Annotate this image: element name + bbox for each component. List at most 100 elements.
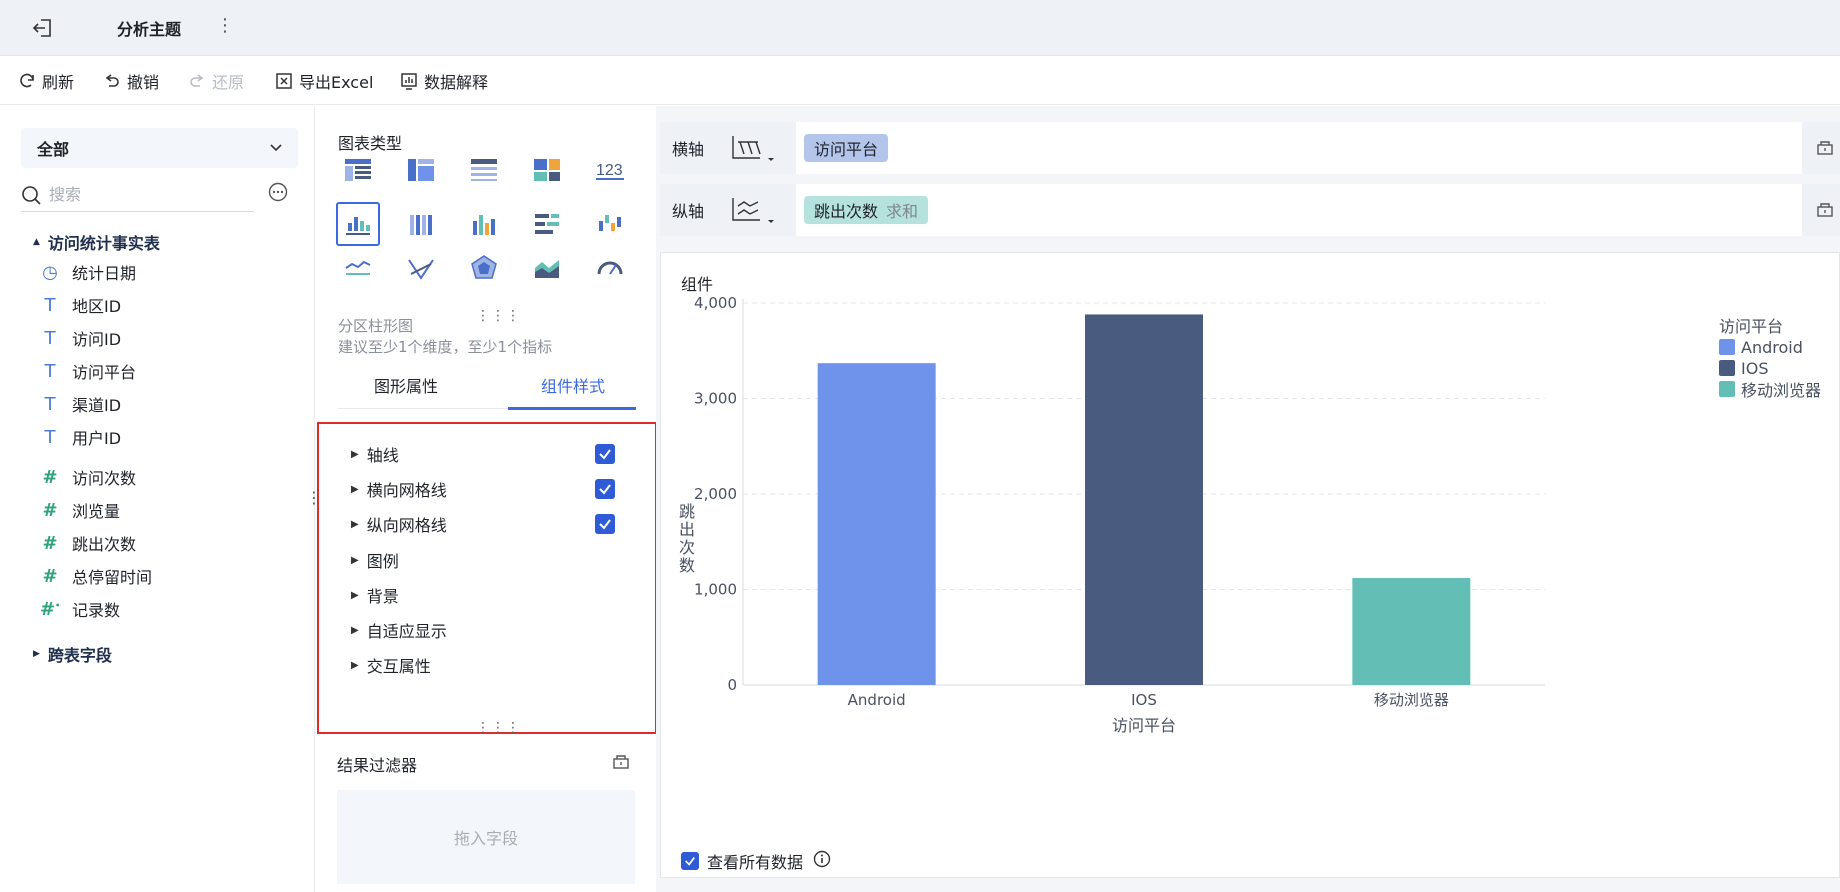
caret-right-icon: ▶: [351, 659, 359, 671]
field-item[interactable]: T 渠道ID: [40, 392, 122, 416]
legend-item-ios[interactable]: IOS: [1719, 358, 1768, 378]
lock-icon[interactable]: [612, 752, 630, 774]
tab-component-style[interactable]: 组件样式: [541, 373, 605, 397]
grouped-bar-chart-icon[interactable]: [462, 202, 506, 246]
style-item-background[interactable]: ▶ 背景: [351, 583, 399, 607]
exit-icon[interactable]: [30, 14, 58, 42]
undo-button[interactable]: 撤销: [103, 69, 159, 93]
chevron-down-icon: [270, 144, 282, 152]
lock-icon[interactable]: [1816, 138, 1834, 160]
style-item-v-grid[interactable]: ▶ 纵向网格线: [351, 512, 447, 536]
y-field-aggregation: 求和: [886, 202, 919, 221]
waterfall-chart-icon[interactable]: [588, 202, 632, 246]
scope-select[interactable]: 全部: [21, 128, 298, 168]
x-tick-label: IOS: [1131, 691, 1157, 709]
bar[interactable]: [817, 363, 936, 685]
legend-label: IOS: [1741, 358, 1769, 378]
field-item[interactable]: T 访问ID: [40, 326, 122, 350]
field-item[interactable]: # 总停留时间: [40, 564, 152, 588]
export-excel-button[interactable]: 导出Excel: [275, 69, 373, 93]
style-item-h-grid[interactable]: ▶ 横向网格线: [351, 477, 447, 501]
field-item[interactable]: #• 记录数: [40, 597, 120, 621]
filter-drop-zone[interactable]: 拖入字段: [337, 790, 635, 884]
resize-handle-icon[interactable]: ⋮⋮⋮: [476, 308, 521, 324]
page-title: 分析主题: [117, 20, 182, 39]
chart-card: 组件 0 1,000 2,000 3,000 4,000 Android IOS 移动浏览器访…: [660, 252, 1840, 878]
legend-item-mobile-browser[interactable]: 移动浏览器: [1719, 379, 1822, 400]
legend-label: 移动浏览器: [1741, 381, 1822, 400]
style-label: 轴线: [366, 446, 399, 465]
legend-label: Android: [1741, 337, 1803, 357]
style-label: 背景: [366, 587, 399, 606]
view-all-data[interactable]: 查看所有数据: [681, 849, 831, 873]
y-axis-title-char: 出: [678, 520, 695, 539]
number-type-icon: #: [42, 565, 58, 587]
field-item[interactable]: ◷ 统计日期: [40, 260, 136, 284]
x-axis-type-icon[interactable]: [730, 132, 774, 170]
x-tick-label: 移动浏览器: [1374, 691, 1449, 709]
data-explain-button[interactable]: 数据解释: [400, 69, 488, 93]
caret-right-icon: ▶: [351, 518, 359, 530]
field-item[interactable]: # 浏览量: [40, 498, 120, 522]
y-field-pill[interactable]: 跳出次数 求和: [804, 196, 929, 224]
tab-graph-properties[interactable]: 图形属性: [374, 373, 438, 397]
v-grid-checkbox[interactable]: [595, 514, 615, 534]
field-item[interactable]: T 地区ID: [40, 293, 122, 317]
stacked-bar-chart-icon[interactable]: [399, 202, 443, 246]
style-item-legend[interactable]: ▶ 图例: [351, 548, 399, 572]
lock-icon[interactable]: [1816, 200, 1834, 222]
tab-underline: [508, 407, 636, 410]
top-bar: 分析主题 ⋮: [0, 0, 1840, 56]
view-all-checkbox[interactable]: [681, 852, 699, 870]
y-tick-label: 1,000: [694, 581, 737, 599]
more-vertical-icon[interactable]: ⋮: [216, 15, 234, 36]
refresh-button[interactable]: 刷新: [18, 69, 74, 93]
cross-table-node[interactable]: ▶ 跨表字段: [33, 642, 112, 666]
line-chart-icon[interactable]: [336, 254, 380, 284]
x-axis-drop[interactable]: 访问平台: [796, 122, 1802, 174]
excel-icon: [276, 73, 292, 89]
bar[interactable]: [1085, 314, 1203, 685]
style-item-axis[interactable]: ▶ 轴线: [351, 442, 399, 466]
field-item[interactable]: # 访问次数: [40, 465, 136, 489]
legend-item-android[interactable]: Android: [1719, 337, 1803, 357]
legend-swatch: [1719, 339, 1735, 355]
detail-table-icon[interactable]: [462, 148, 506, 192]
field-item[interactable]: T 用户ID: [40, 425, 122, 449]
y-axis-title: 跳出次数: [677, 503, 697, 575]
style-item-interaction[interactable]: ▶ 交互属性: [351, 653, 431, 677]
area-chart-icon[interactable]: [525, 254, 569, 284]
info-icon[interactable]: [813, 850, 831, 872]
h-grid-checkbox[interactable]: [595, 479, 615, 499]
y-axis-drop[interactable]: 跳出次数 求和: [796, 184, 1802, 236]
text-type-icon: T: [44, 360, 56, 382]
style-item-adaptive[interactable]: ▶ 自适应显示: [351, 618, 447, 642]
table-chart-icon[interactable]: [336, 148, 380, 192]
horizontal-bar-chart-icon[interactable]: [525, 202, 569, 246]
kpi-number-icon[interactable]: 123: [588, 148, 632, 192]
caret-right-icon: ▶: [351, 483, 359, 495]
treemap-icon[interactable]: [525, 148, 569, 192]
clock-icon: ◷: [42, 261, 58, 283]
radar-chart-icon[interactable]: [462, 254, 506, 284]
axis-checkbox[interactable]: [595, 444, 615, 464]
resize-handle-icon[interactable]: ⋮⋮⋮: [476, 720, 521, 736]
gauge-chart-icon[interactable]: [588, 254, 632, 284]
redo-icon: [190, 74, 204, 87]
field-item[interactable]: # 跳出次数: [40, 531, 136, 555]
cross-table-icon[interactable]: [399, 148, 443, 192]
text-type-icon: T: [44, 327, 56, 349]
more-options-icon[interactable]: [268, 182, 288, 206]
redo-button[interactable]: 还原: [188, 69, 244, 93]
y-axis-type-icon[interactable]: [730, 194, 774, 232]
scatter-line-icon[interactable]: [399, 254, 443, 284]
x-field-pill[interactable]: 访问平台: [804, 134, 889, 162]
table-node[interactable]: ▲ 访问统计事实表: [33, 230, 160, 254]
partition-bar-chart-icon[interactable]: [336, 202, 380, 246]
field-item[interactable]: T 访问平台: [40, 359, 137, 383]
table-name: 访问统计事实表: [47, 234, 160, 253]
search-input[interactable]: [49, 185, 229, 204]
search-icon: [22, 185, 41, 205]
bar[interactable]: [1352, 578, 1471, 685]
y-axis-title-char: 跳: [678, 502, 695, 521]
